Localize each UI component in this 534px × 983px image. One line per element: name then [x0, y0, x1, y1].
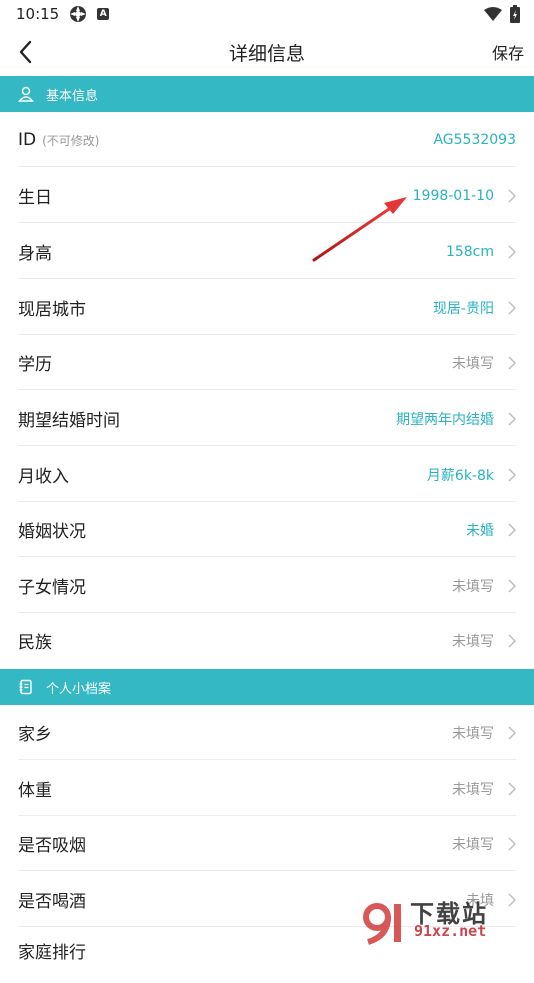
row-label-weight: 体重: [18, 781, 52, 801]
education-value: 未填写: [452, 355, 494, 372]
row-ethnicity[interactable]: 民族 未填写: [0, 613, 534, 668]
row-label-children: 子女情况: [18, 578, 86, 598]
row-smoking[interactable]: 是否吸烟 未填写: [0, 816, 534, 871]
birthday-value: 1998-01-10: [412, 187, 494, 204]
divider: [18, 870, 516, 871]
chevron-right-icon: [508, 579, 516, 592]
row-label-drinking: 是否喝酒: [18, 892, 86, 912]
marital-status-value: 未婚: [466, 522, 494, 539]
chevron-right-icon: [508, 412, 516, 425]
notification-a-icon: A: [97, 8, 110, 20]
divider: [18, 556, 516, 557]
id-readonly-note: (不可修改): [42, 133, 100, 148]
row-label-marital-status: 婚姻状况: [18, 522, 86, 542]
divider: [18, 445, 516, 446]
row-label-marriage-time: 期望结婚时间: [18, 411, 120, 431]
row-children[interactable]: 子女情况 未填写: [0, 558, 534, 613]
row-label-family-rank: 家庭排行: [18, 943, 86, 963]
chevron-right-icon: [508, 782, 516, 795]
row-education[interactable]: 学历 未填写: [0, 335, 534, 390]
person-icon: [18, 86, 34, 102]
divider: [18, 166, 516, 167]
id-value: AG5532093: [433, 131, 516, 148]
row-label-smoking: 是否吸烟: [18, 836, 86, 856]
battery-icon: [510, 5, 520, 23]
income-value: 月薪6k-8k: [426, 467, 494, 484]
watermark-url: 91xz.net: [414, 922, 487, 940]
section-header-profile: 个人小档案: [0, 669, 534, 705]
status-time: 10:15: [16, 5, 60, 23]
row-label-height: 身高: [18, 244, 52, 264]
watermark-91-icon: [363, 903, 401, 945]
section-title-basic: 基本信息: [46, 88, 99, 104]
row-income[interactable]: 月收入 月薪6k-8k: [0, 447, 534, 502]
ethnicity-value: 未填写: [452, 633, 494, 650]
section-header-basic: 基本信息: [0, 76, 534, 112]
row-label-income: 月收入: [18, 467, 69, 487]
row-label-birthday: 生日: [18, 188, 52, 208]
children-value: 未填写: [452, 578, 494, 595]
height-value: 158cm: [445, 243, 494, 260]
chevron-right-icon: [508, 726, 516, 739]
row-label-id: ID (不可修改): [18, 130, 99, 150]
chevron-right-icon: [508, 634, 516, 647]
row-label-city: 现居城市: [18, 300, 86, 320]
back-button[interactable]: [14, 39, 40, 65]
save-button[interactable]: 保存: [492, 40, 524, 64]
watermark-logo: 下载站 91xz.net: [360, 894, 528, 948]
chevron-right-icon: [508, 523, 516, 536]
row-marital-status[interactable]: 婚姻状况 未婚: [0, 502, 534, 557]
chevron-right-icon: [508, 301, 516, 314]
row-birthday[interactable]: 生日 1998-01-10: [0, 168, 534, 223]
city-value: 现居-贵阳: [432, 300, 494, 317]
hometown-value: 未填写: [452, 725, 494, 742]
section-title-profile: 个人小档案: [46, 681, 112, 697]
divider: [18, 389, 516, 390]
row-city[interactable]: 现居城市 现居-贵阳: [0, 280, 534, 335]
row-marriage-time[interactable]: 期望结婚时间 期望两年内结婚: [0, 391, 534, 446]
top-nav-bar: 详细信息 保存: [0, 28, 534, 76]
chevron-right-icon: [508, 468, 516, 481]
divider: [18, 222, 516, 223]
divider: [18, 759, 516, 760]
row-weight[interactable]: 体重 未填写: [0, 761, 534, 816]
marriage-time-value: 期望两年内结婚: [396, 411, 494, 428]
divider: [18, 278, 516, 279]
row-hometown[interactable]: 家乡 未填写: [0, 705, 534, 760]
row-label-hometown: 家乡: [18, 725, 52, 745]
row-id: ID (不可修改) AG5532093: [0, 112, 534, 167]
id-label-text: ID: [18, 129, 37, 150]
row-label-ethnicity: 民族: [18, 633, 52, 653]
row-height[interactable]: 身高 158cm: [0, 224, 534, 279]
sync-icon: [69, 5, 87, 23]
chevron-right-icon: [508, 837, 516, 850]
smoking-value: 未填写: [452, 836, 494, 853]
back-arrow-icon: [19, 40, 32, 64]
notebook-icon: [18, 679, 34, 695]
page-title: 详细信息: [228, 42, 305, 65]
status-bar: 10:15 A: [0, 0, 534, 28]
row-label-education: 学历: [18, 355, 52, 375]
chevron-right-icon: [508, 189, 516, 202]
wifi-icon: [484, 7, 502, 21]
weight-value: 未填写: [452, 781, 494, 798]
chevron-right-icon: [508, 356, 516, 369]
chevron-right-icon: [508, 245, 516, 258]
